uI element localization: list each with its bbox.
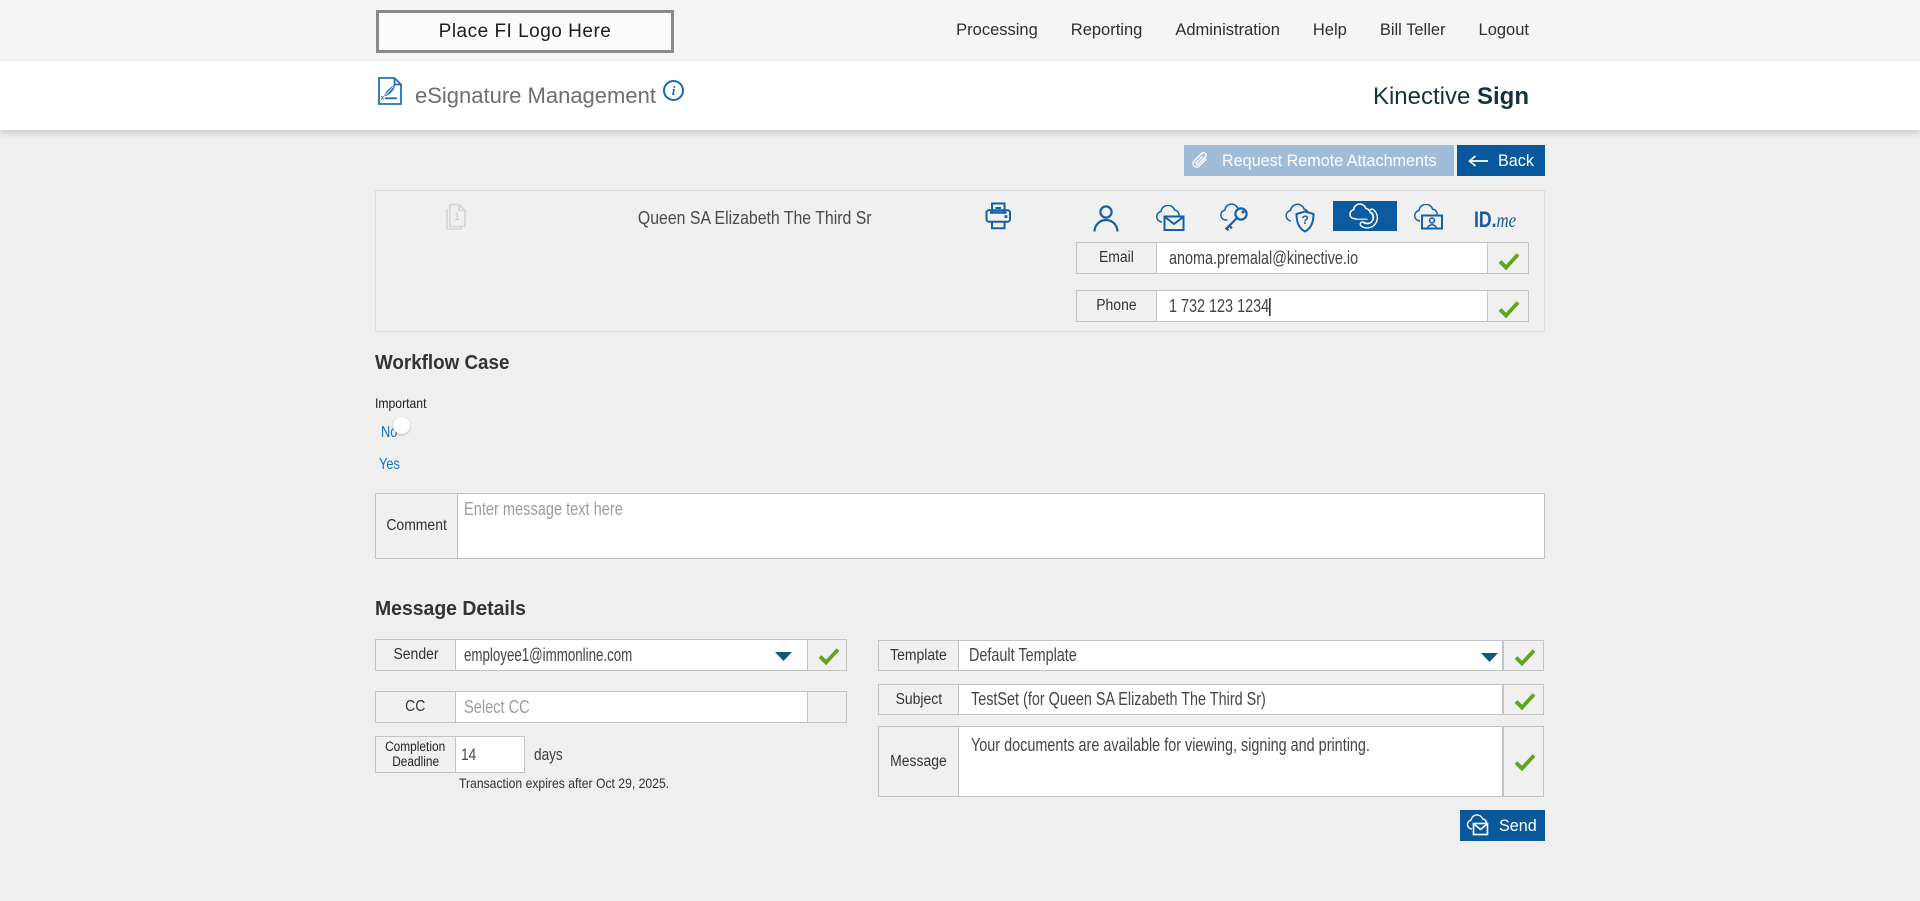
- svg-text:x: x: [381, 95, 385, 102]
- svg-text:?: ?: [1302, 213, 1309, 227]
